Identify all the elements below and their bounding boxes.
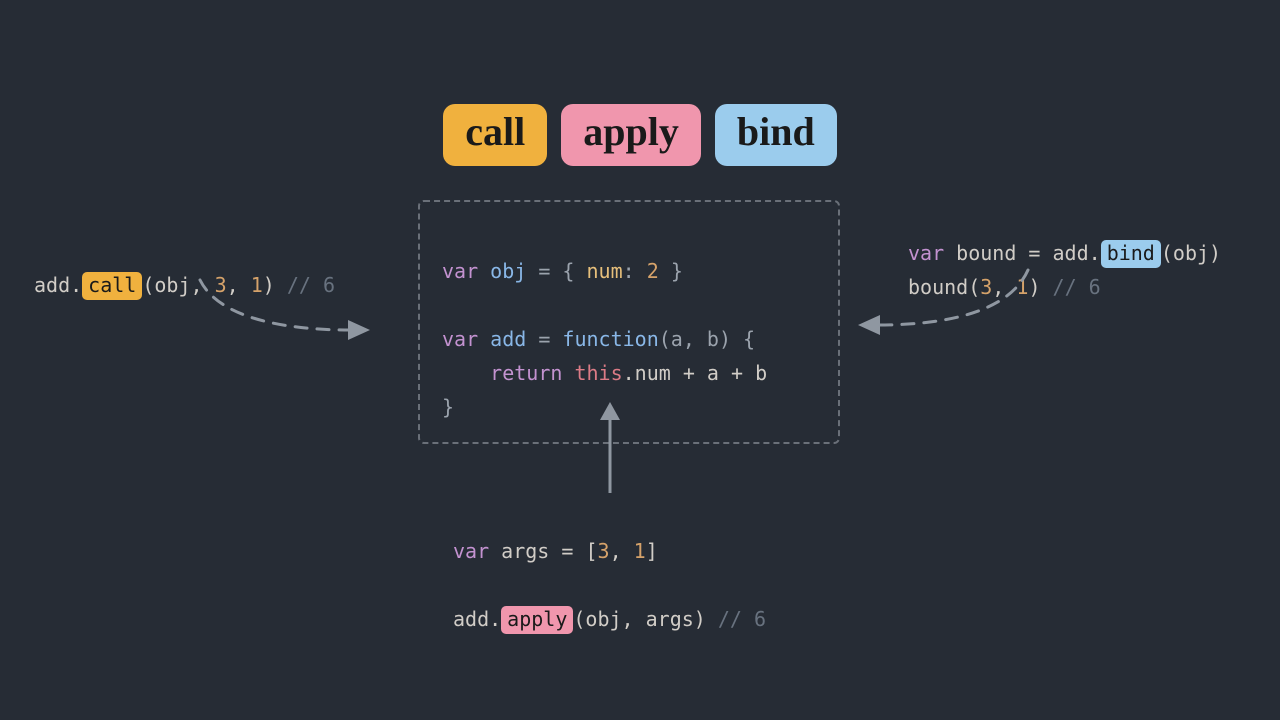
apply-example: var args = [3, 1] add.apply(obj, args) /… [453,500,766,636]
identifier-args: args [501,539,549,563]
text: , [227,273,251,297]
badge-call: call [443,104,547,166]
punct: : [623,259,647,283]
number-literal: 3 [980,275,992,299]
badge-bind: bind [715,104,837,166]
identifier-add: add [490,327,526,351]
text: add. [453,607,501,631]
comment: // 6 [275,273,335,297]
text: ) [263,273,275,297]
number-literal: 3 [215,273,227,297]
keyword-function: function [562,327,658,351]
comment: // 6 [706,607,766,631]
keyword-var: var [442,327,478,351]
text: = [ [549,539,597,563]
keyword-this: this [574,361,622,385]
text: bound( [908,275,980,299]
number-literal: 1 [251,273,263,297]
highlight-apply: apply [501,606,573,634]
bind-example: var bound = add.bind(obj) bound(3, 1) //… [908,202,1221,304]
call-example: add.call(obj, 3, 1) // 6 [34,234,335,302]
text: ] [646,539,658,563]
badge-apply: apply [561,104,701,166]
expr-rest: .num + a + b [623,361,768,385]
highlight-call: call [82,272,142,300]
identifier-obj: obj [490,259,526,283]
prop-num: num [587,259,623,283]
brace-close: } [442,395,454,419]
number-literal: 2 [647,259,659,283]
definition-box: var obj = { num: 2 } var add = function(… [418,200,840,444]
punct: = [526,327,562,351]
number-literal: 3 [598,539,610,563]
identifier-bound: bound [956,241,1016,265]
comment: // 6 [1040,275,1100,299]
punct: } [659,259,683,283]
keyword-return: return [490,361,562,385]
method-badges: call apply bind [0,104,1280,166]
punct: (a, b) { [659,327,755,351]
text: add. [34,273,82,297]
keyword-var: var [908,241,944,265]
text: (obj, args) [573,607,705,631]
number-literal: 1 [1016,275,1028,299]
text: ) [1028,275,1040,299]
text: = add. [1016,241,1100,265]
text: (obj) [1161,241,1221,265]
punct: = { [526,259,586,283]
highlight-bind: bind [1101,240,1161,268]
text: , [610,539,634,563]
text: , [992,275,1016,299]
keyword-var: var [442,259,478,283]
text: (obj, [142,273,214,297]
number-literal: 1 [634,539,646,563]
keyword-var: var [453,539,489,563]
